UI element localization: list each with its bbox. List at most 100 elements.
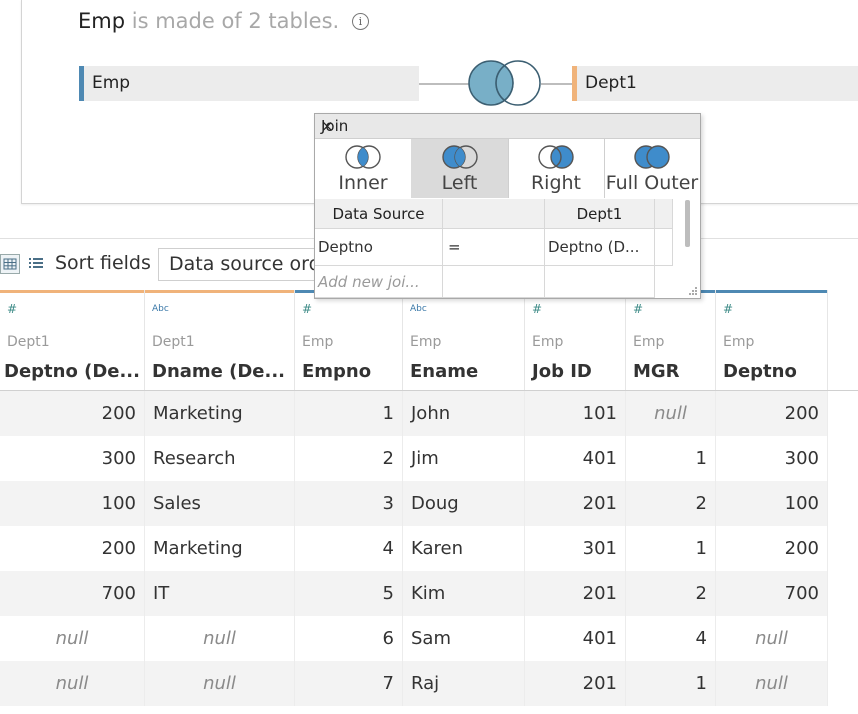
number-type-icon[interactable]: #	[302, 302, 312, 316]
table-cell: 200	[716, 391, 828, 436]
column-header-job-id[interactable]: # Emp Job ID	[525, 290, 626, 390]
column-name: Job ID	[532, 361, 592, 382]
column-source: Emp	[302, 334, 334, 350]
table-row: 200 Marketing 4 Karen 301 1 200	[0, 526, 828, 571]
table-cell: 4	[626, 616, 716, 661]
table-cell: 401	[525, 616, 626, 661]
table-cell: John	[403, 391, 525, 436]
table-emp-label: Emp	[92, 73, 131, 93]
table-cell: 201	[525, 661, 626, 706]
table-cell: 7	[295, 661, 403, 706]
table-cell: 1	[295, 391, 403, 436]
table-row: 100 Sales 3 Doug 201 2 100	[0, 481, 828, 526]
join-header-right: Dept1	[545, 199, 655, 229]
table-row: null null 6 Sam 401 4 null	[0, 616, 828, 661]
table-cell: Karen	[403, 526, 525, 571]
join-type-label: Inner	[338, 172, 388, 194]
add-join-clause-input[interactable]: Add new joi...	[315, 266, 443, 298]
column-header-ename[interactable]: Abc Emp Ename	[403, 290, 525, 390]
table-cell: 3	[295, 481, 403, 526]
join-type-right[interactable]: Right	[508, 139, 605, 198]
add-join-operator-cell	[443, 266, 545, 298]
resize-grip-icon[interactable]	[687, 285, 698, 296]
table-name: Emp	[78, 9, 126, 33]
table-cell: 700	[716, 571, 828, 616]
join-type-full-outer[interactable]: Full Outer	[604, 139, 700, 198]
null-cell: null	[716, 616, 828, 661]
column-header-deptno-emp[interactable]: # Emp Deptno	[716, 290, 828, 390]
table-cell: Sam	[403, 616, 525, 661]
join-dialog: Join × Inner Left Right Full Outer Data …	[314, 113, 701, 299]
column-header-empno[interactable]: # Emp Empno	[295, 290, 403, 390]
null-cell: null	[626, 391, 716, 436]
list-view-icon[interactable]	[29, 255, 44, 271]
join-clause-right-field[interactable]: Deptno (D...	[545, 229, 655, 266]
string-type-icon[interactable]: Abc	[152, 304, 169, 314]
grid-view-icon[interactable]	[0, 254, 20, 274]
info-icon[interactable]: i	[351, 13, 369, 30]
join-header-spacer	[655, 199, 673, 229]
column-name: Ename	[410, 361, 479, 382]
table-cell: Marketing	[145, 526, 295, 571]
column-header-dname[interactable]: Abc Dept1 Dname (De...	[145, 290, 295, 390]
table-row: 300 Research 2 Jim 401 1 300	[0, 436, 828, 481]
column-header-deptno-dept1[interactable]: # Dept1 Deptno (De...	[0, 290, 145, 390]
string-type-icon[interactable]: Abc	[410, 304, 427, 314]
table-cell: 4	[295, 526, 403, 571]
join-grid-scrollbar[interactable]	[685, 200, 690, 247]
table-dept1[interactable]: Dept1	[572, 66, 858, 101]
join-header-left: Data Source	[315, 199, 443, 229]
join-type-inner[interactable]: Inner	[315, 139, 412, 198]
add-join-right-cell	[545, 266, 655, 298]
table-cell: 2	[626, 481, 716, 526]
column-source: Emp	[410, 334, 442, 350]
null-cell: null	[0, 616, 145, 661]
table-cell: Marketing	[145, 391, 295, 436]
join-type-label: Left	[441, 172, 478, 194]
left-join-venn-icon[interactable]	[468, 59, 544, 109]
number-type-icon[interactable]: #	[532, 302, 542, 316]
table-cell: Jim	[403, 436, 525, 481]
table-cell: 100	[716, 481, 828, 526]
column-source: Emp	[532, 334, 564, 350]
column-source: Emp	[633, 334, 665, 350]
table-dept1-label: Dept1	[585, 73, 637, 93]
null-cell: null	[0, 661, 145, 706]
column-header-mgr[interactable]: # Emp MGR	[626, 290, 716, 390]
number-type-icon[interactable]: #	[7, 302, 17, 316]
column-source: Dept1	[152, 334, 195, 350]
table-cell: Research	[145, 436, 295, 481]
column-source: Dept1	[7, 334, 50, 350]
left-join-icon	[441, 145, 478, 169]
table-emp[interactable]: Emp	[79, 66, 419, 101]
column-name: Deptno	[723, 361, 797, 382]
close-icon[interactable]: ×	[321, 117, 700, 135]
table-cell: 6	[295, 616, 403, 661]
number-type-icon[interactable]: #	[633, 302, 643, 316]
column-source-bar	[716, 290, 827, 293]
column-name: MGR	[633, 361, 680, 382]
sort-order-dropdown[interactable]: Data source ord	[158, 248, 318, 281]
table-cell: 200	[716, 526, 828, 571]
table-cell: 200	[0, 391, 145, 436]
table-row: null null 7 Raj 201 1 null	[0, 661, 828, 706]
join-clause-spacer	[655, 229, 673, 266]
join-type-left[interactable]: Left	[411, 139, 509, 198]
table-cell: 1	[626, 436, 716, 481]
column-name: Deptno (De...	[4, 361, 140, 382]
null-cell: null	[145, 661, 295, 706]
full-outer-join-icon	[634, 145, 670, 169]
canvas-header: Emp is made of 2 tables. i	[78, 9, 369, 33]
table-cell: Raj	[403, 661, 525, 706]
join-clause-operator[interactable]: =	[443, 229, 545, 266]
column-name: Empno	[302, 361, 372, 382]
table-cell: 700	[0, 571, 145, 616]
number-type-icon[interactable]: #	[723, 302, 733, 316]
join-clause-left-field[interactable]: Deptno	[315, 229, 443, 266]
tables-count-text: is made of 2 tables.	[131, 9, 340, 33]
inner-join-icon	[345, 145, 381, 169]
null-cell: null	[716, 661, 828, 706]
table-cell: 300	[0, 436, 145, 481]
join-header-operator	[443, 199, 545, 229]
join-dialog-titlebar: Join ×	[315, 114, 700, 139]
